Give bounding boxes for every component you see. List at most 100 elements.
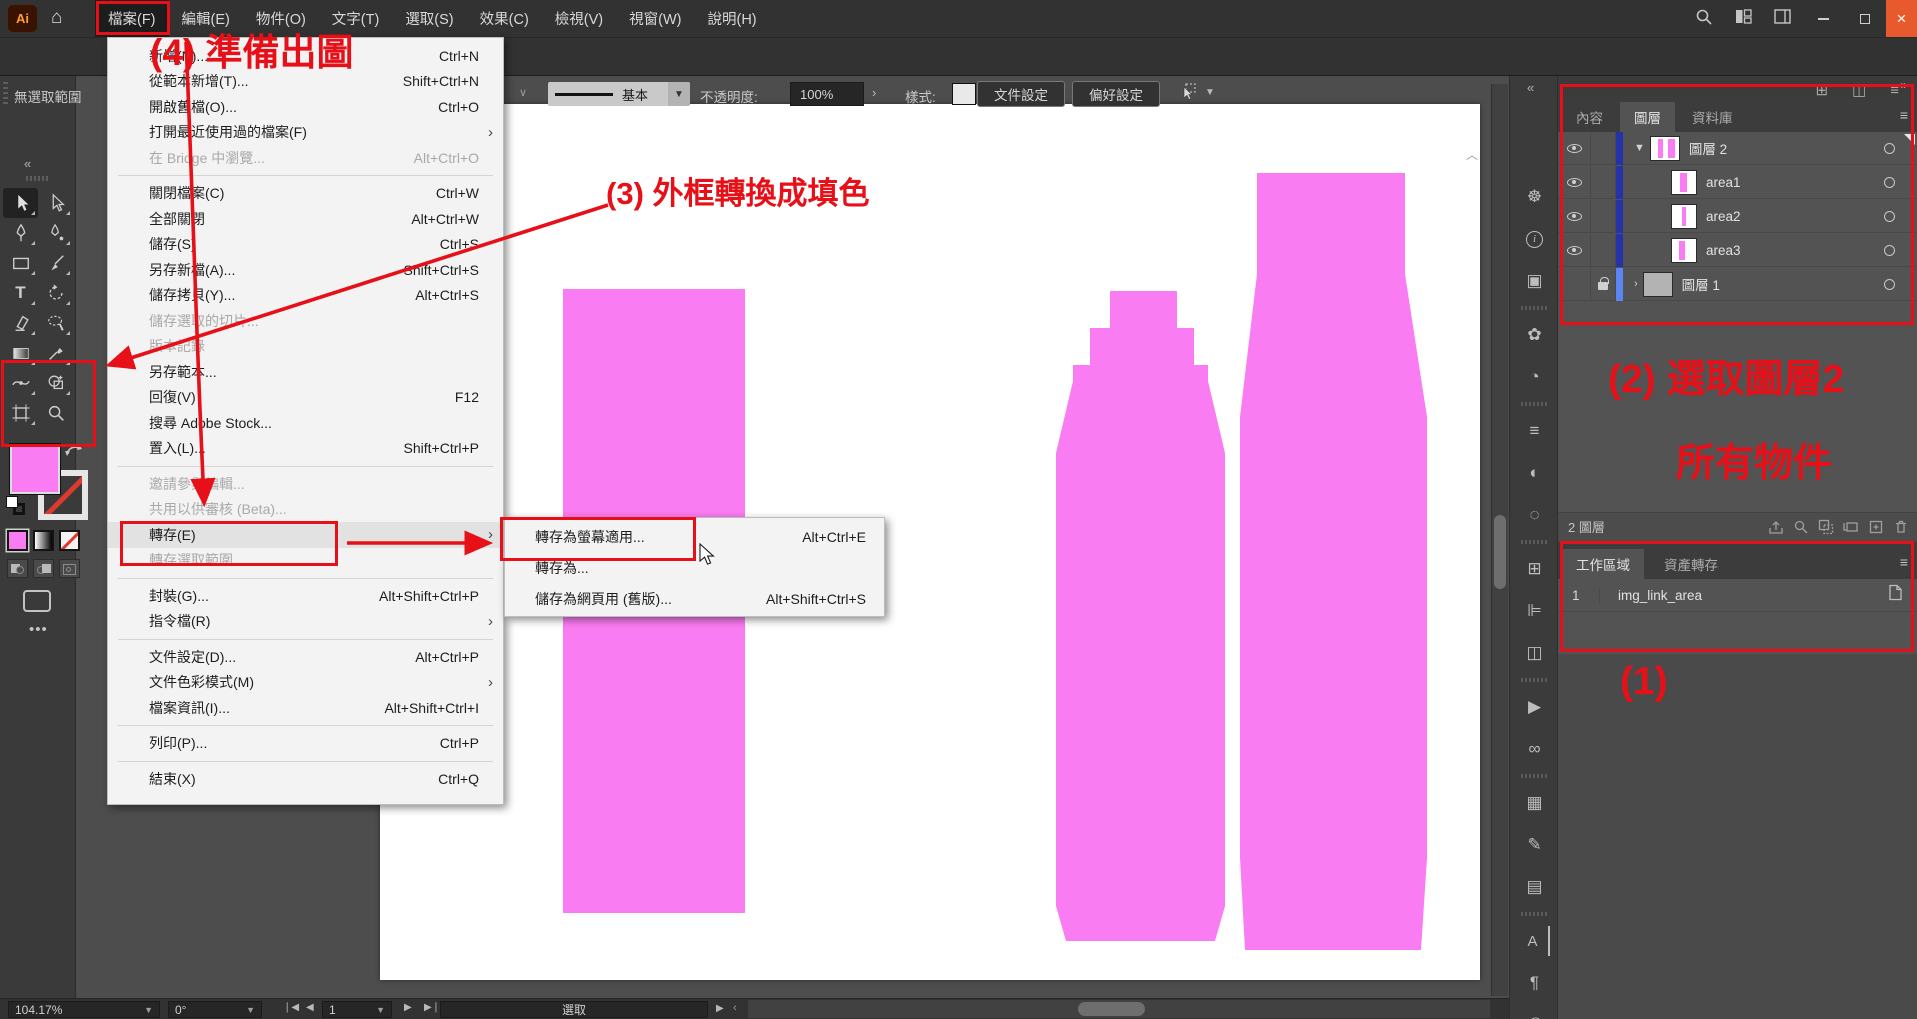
menu-item-export-as[interactable]: 轉存為...	[505, 552, 884, 583]
layer-name[interactable]: area3	[1706, 243, 1741, 258]
target-circle-icon[interactable]	[1884, 279, 1895, 290]
layer-thumbnail[interactable]	[1671, 170, 1697, 195]
lock-toggle[interactable]	[1590, 268, 1616, 301]
rotation-dropdown[interactable]: 0°▼	[168, 1001, 262, 1018]
layer-row-area2[interactable]: area2	[1558, 200, 1917, 233]
color-guide-icon[interactable]: ◔	[1520, 362, 1550, 392]
menu-item-open-recent[interactable]: 打開最近使用過的檔案(F)›	[108, 120, 503, 146]
layer-name[interactable]: 圖層 1	[1682, 274, 1720, 294]
horizontal-scrollbar-thumb[interactable]	[1078, 1002, 1145, 1016]
grid-options-icon[interactable]: ⊞	[1815, 81, 1828, 99]
tab-libraries[interactable]: 資料庫	[1678, 102, 1747, 132]
layer-thumbnail[interactable]	[1671, 238, 1697, 263]
prev-artboard-button[interactable]: ◀	[306, 1002, 314, 1013]
select-similar-icon[interactable]	[1178, 83, 1200, 106]
opentype-icon[interactable]: O	[1520, 1010, 1550, 1019]
rectangle-tool[interactable]	[3, 248, 38, 278]
tab-artboards[interactable]: 工作區域	[1562, 549, 1644, 579]
menu-item-revert[interactable]: 回復(V)F12	[108, 385, 503, 411]
zoom-level-dropdown[interactable]: 104.17%▼	[8, 1001, 160, 1018]
delete-layer-icon[interactable]	[1893, 519, 1909, 535]
menu-item-package[interactable]: 封裝(G)...Alt+Shift+Ctrl+P	[108, 583, 503, 609]
menu-item-scripts[interactable]: 指令檔(R)›	[108, 609, 503, 635]
lock-toggle[interactable]	[1590, 234, 1616, 267]
target-circle-icon[interactable]	[1884, 211, 1895, 222]
menu-item-save-a-copy[interactable]: 儲存拷貝(Y)...Alt+Ctrl+S	[108, 283, 503, 309]
layer-row-layer2[interactable]: ▼ 圖層 2	[1558, 132, 1917, 165]
character-icon[interactable]: A	[1520, 926, 1550, 956]
layer-name[interactable]: 圖層 2	[1689, 138, 1727, 158]
menu-item-export-for-screens[interactable]: 轉存為螢幕適用...Alt+Ctrl+E	[505, 521, 884, 552]
width-tool[interactable]	[3, 368, 38, 398]
menu-view[interactable]: 檢視(V)	[542, 0, 616, 37]
color-palette-icon[interactable]: ✿	[1520, 320, 1550, 350]
transform-icon[interactable]: ⊞	[1520, 554, 1550, 584]
opacity-input[interactable]: 100%	[790, 82, 864, 106]
preferences-button[interactable]: 偏好設定	[1072, 81, 1160, 107]
color-mode-button[interactable]	[7, 530, 28, 551]
menu-item-export[interactable]: 轉存(E)›	[108, 522, 503, 548]
menu-item-save[interactable]: 儲存(S)Ctrl+S	[108, 232, 503, 258]
menu-item-file-info[interactable]: 檔案資訊(I)...Alt+Shift+Ctrl+I	[108, 695, 503, 721]
stroke-icon[interactable]: ≡	[1520, 416, 1550, 446]
control-menu-icon[interactable]: ≡	[1890, 82, 1899, 99]
layer-row-layer1[interactable]: › 圖層 1	[1558, 268, 1917, 301]
search-icon[interactable]	[1695, 8, 1713, 30]
navigator-wheel-icon[interactable]: ☸	[1520, 182, 1550, 212]
menu-window[interactable]: 視窗(W)	[616, 0, 694, 37]
collect-for-export-icon[interactable]	[1768, 519, 1784, 535]
lock-toggle[interactable]	[1590, 200, 1616, 233]
paintbrush-tool[interactable]	[38, 248, 73, 278]
lock-toggle[interactable]	[1590, 166, 1616, 199]
visibility-toggle[interactable]	[1558, 144, 1590, 153]
first-artboard-button[interactable]: ❘◀	[283, 1002, 299, 1013]
none-mode-button[interactable]	[59, 530, 80, 551]
tab-layers[interactable]: 圖層	[1620, 102, 1675, 132]
menu-item-place[interactable]: 置入(L)...Shift+Ctrl+P	[108, 436, 503, 462]
horizontal-scrollbar[interactable]	[748, 1000, 1490, 1018]
artboard-tool[interactable]	[3, 398, 38, 428]
target-circle-icon[interactable]	[1884, 177, 1895, 188]
type-tool[interactable]: T	[3, 278, 38, 308]
symbols-icon[interactable]: ▤	[1520, 872, 1550, 902]
artwork-bottle-middle[interactable]	[1056, 291, 1225, 941]
more-tools-button[interactable]: •••	[29, 621, 48, 638]
tools-grip[interactable]	[26, 176, 50, 181]
visibility-toggle[interactable]	[1558, 246, 1590, 255]
last-artboard-button[interactable]: ▶❘	[424, 1002, 440, 1013]
swatches-icon[interactable]: ▦	[1520, 788, 1550, 818]
target-circle-icon[interactable]	[1884, 245, 1895, 256]
vertical-scrollbar[interactable]	[1491, 84, 1508, 996]
style-swatch[interactable]	[952, 83, 976, 105]
fill-swatch[interactable]	[9, 443, 61, 495]
draw-inside-button[interactable]	[59, 559, 80, 578]
menu-item-search-adobe-stock[interactable]: 搜尋 Adobe Stock...	[108, 410, 503, 436]
new-sublayer-icon[interactable]	[1843, 519, 1859, 535]
layer-name[interactable]: area2	[1706, 209, 1741, 224]
layer-thumbnail[interactable]	[1650, 136, 1680, 161]
layer-name[interactable]: area1	[1706, 175, 1741, 190]
menu-item-print[interactable]: 列印(P)...Ctrl+P	[108, 731, 503, 757]
curvature-tool[interactable]	[38, 218, 73, 248]
document-setup-button[interactable]: 文件設定	[977, 81, 1065, 107]
default-fill-stroke-icon[interactable]	[6, 496, 28, 518]
menu-effect[interactable]: 效果(C)	[467, 0, 542, 37]
screen-mode-button[interactable]	[23, 590, 51, 612]
artboard-row-name[interactable]: img_link_area	[1600, 588, 1702, 603]
menu-edit[interactable]: 編輯(E)	[169, 0, 243, 37]
new-layer-icon[interactable]	[1868, 519, 1884, 535]
collapse-tools-icon[interactable]: «	[24, 156, 31, 171]
restore-button[interactable]	[1844, 0, 1886, 37]
target-circle-icon[interactable]	[1884, 143, 1895, 154]
workspace-switcher-icon[interactable]	[1774, 9, 1791, 28]
draw-normal-button[interactable]	[7, 559, 28, 578]
home-icon[interactable]: ⌂	[51, 7, 62, 29]
status-display[interactable]: 選取	[440, 1001, 708, 1018]
layer-thumbnail[interactable]	[1643, 272, 1673, 297]
menu-item-close[interactable]: 關閉檔案(C)Ctrl+W	[108, 181, 503, 207]
artboard-number-dropdown[interactable]: 1▼	[322, 1001, 392, 1018]
actions-icon[interactable]: ▶	[1520, 692, 1550, 722]
pen-tool[interactable]	[3, 218, 38, 248]
eraser-tool[interactable]	[3, 308, 38, 338]
tab-asset-export[interactable]: 資產轉存	[1650, 549, 1732, 579]
